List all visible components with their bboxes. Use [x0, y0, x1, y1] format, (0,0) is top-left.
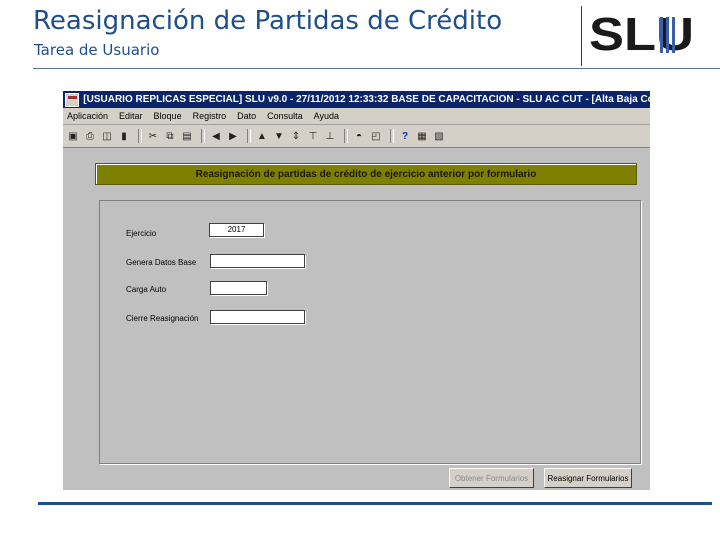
save-icon[interactable]: ▣: [66, 129, 80, 143]
ejercicio-field[interactable]: 2017: [209, 223, 264, 237]
genera-datos-base-field[interactable]: [210, 254, 305, 268]
menu-consulta[interactable]: Consulta: [267, 111, 303, 121]
cierre-reasignacion-label: Cierre Reasignación: [126, 314, 199, 323]
toolbar-separator: [247, 129, 251, 143]
delete-record-icon[interactable]: ⊤: [306, 129, 320, 143]
logo-divider: [581, 6, 582, 66]
menu-aplicacion[interactable]: Aplicación: [67, 111, 108, 121]
window-title: [USUARIO REPLICAS ESPECIAL] SLU v9.0 - 2…: [83, 94, 650, 105]
header-rule: [33, 68, 720, 69]
toolbar-separator: [344, 129, 348, 143]
cut-icon[interactable]: ✂: [146, 129, 160, 143]
menu-ayuda[interactable]: Ayuda: [314, 111, 339, 121]
form-panel: Ejercicio 2017 Genera Datos Base Carga A…: [99, 200, 641, 464]
logo-stripe: [666, 17, 669, 53]
notes-icon[interactable]: ▧: [432, 129, 446, 143]
slide-subtitle: Tarea de Usuario: [34, 41, 160, 59]
toolbar: ▣ ⎙ ◫ ▮ ✂ ⧉ ▤ ◀ ▶ ▲ ▼ ⇕ ⊤ ⊥ ◓ ◰ ? ▦ ▧: [63, 125, 650, 148]
toolbar-separator: [201, 129, 205, 143]
carga-auto-field[interactable]: [210, 281, 267, 295]
menu-registro[interactable]: Registro: [193, 111, 227, 121]
form-banner: Reasignación de partidas de crédito de e…: [95, 163, 637, 185]
menu-editar[interactable]: Editar: [119, 111, 143, 121]
print-icon[interactable]: ⎙: [83, 129, 97, 143]
first-record-icon[interactable]: ◀: [209, 129, 223, 143]
menu-bar: Aplicación Editar Bloque Registro Dato C…: [63, 108, 650, 125]
insert-record-icon[interactable]: ⇕: [289, 129, 303, 143]
slu-logo: SLU: [589, 13, 694, 55]
menu-dato[interactable]: Dato: [237, 111, 256, 121]
info-icon[interactable]: ▦: [415, 129, 429, 143]
exit-icon[interactable]: ▮: [117, 129, 131, 143]
query-icon[interactable]: ⊥: [323, 129, 337, 143]
cierre-reasignacion-field[interactable]: [210, 310, 305, 324]
previous-block-icon[interactable]: ▲: [255, 129, 269, 143]
genera-datos-base-label: Genera Datos Base: [126, 258, 197, 267]
ejercicio-label: Ejercicio: [126, 229, 157, 238]
app-icon: [65, 92, 80, 107]
logo-stripe: [660, 17, 663, 53]
slu-logo-text: SLU: [589, 13, 694, 55]
toolbar-separator: [390, 129, 394, 143]
footer-rule: [38, 502, 712, 505]
logo-stripe: [672, 17, 675, 53]
form-banner-title: Reasignación de partidas de crédito de e…: [195, 168, 537, 180]
toolbar-separator: [138, 129, 142, 143]
copy-icon[interactable]: ⧉: [163, 129, 177, 143]
obtener-formularios-button[interactable]: Obtener Formularios: [449, 468, 534, 488]
next-block-icon[interactable]: ▼: [272, 129, 286, 143]
window-title-bar[interactable]: [USUARIO REPLICAS ESPECIAL] SLU v9.0 - 2…: [63, 91, 650, 108]
carga-auto-label: Carga Auto: [126, 285, 167, 294]
print-setup-icon[interactable]: ◫: [100, 129, 114, 143]
execute-query-icon[interactable]: ◓: [352, 129, 366, 143]
menu-bloque[interactable]: Bloque: [154, 111, 182, 121]
cancel-query-icon[interactable]: ◰: [369, 129, 383, 143]
slide-title: Reasignación de Partidas de Crédito: [33, 6, 503, 36]
app-window: [USUARIO REPLICAS ESPECIAL] SLU v9.0 - 2…: [63, 91, 650, 490]
reasignar-formularios-button[interactable]: Reasignar Formularios: [544, 468, 632, 488]
previous-record-icon[interactable]: ▶: [226, 129, 240, 143]
paste-icon[interactable]: ▤: [180, 129, 194, 143]
help-icon[interactable]: ?: [398, 129, 412, 143]
